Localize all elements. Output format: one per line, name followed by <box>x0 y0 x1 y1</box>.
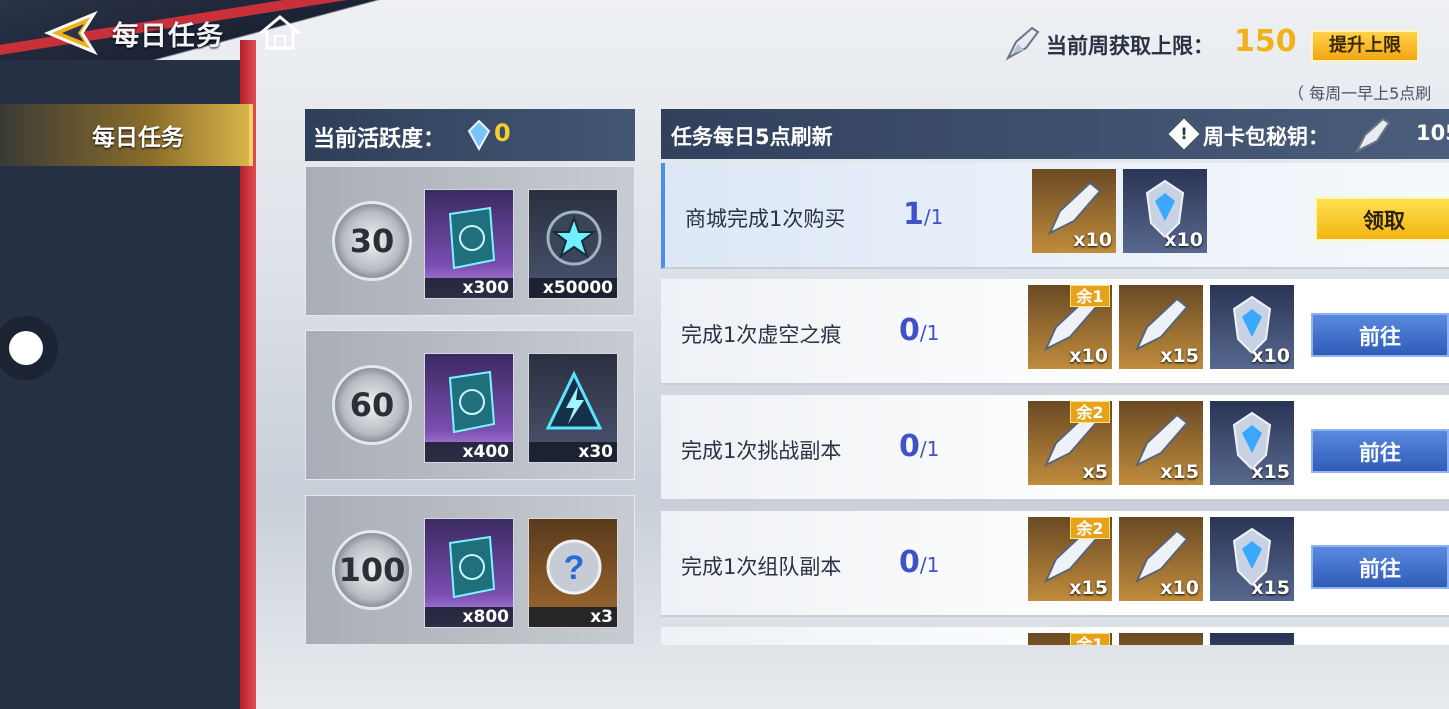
task-reward-item[interactable]: 余2 x15 <box>1028 517 1112 601</box>
task-reward-item[interactable]: 余2 x5 <box>1028 401 1112 485</box>
activity-gem-icon <box>467 119 491 151</box>
go-button[interactable]: 前往 <box>1311 429 1449 473</box>
sidebar-item-label: 每日任务 <box>92 125 184 151</box>
milestone-60: 60 x400 x30 <box>305 330 635 480</box>
item-count: x10 <box>1160 577 1199 599</box>
go-button[interactable]: 前往 <box>1311 313 1449 357</box>
task-reward-item[interactable]: x10 <box>1119 517 1203 601</box>
task-row: 商城完成1次购买 1/1 x10 x10 领取 <box>661 163 1449 269</box>
remaining-tag: 余2 <box>1070 517 1110 539</box>
item-count: x15 <box>1160 461 1199 483</box>
task-reward-item[interactable]: x10 <box>1210 285 1294 369</box>
raise-limit-button[interactable]: 提升上限 <box>1311 30 1419 62</box>
milestone-100: 100 x800 ? x3 <box>305 495 635 645</box>
weekly-refresh-note: （ 每周一早上5点刷 <box>1288 84 1432 103</box>
task-reward-item[interactable]: 余1 x10 <box>1028 285 1112 369</box>
task-row: 完成1次挑战副本 0/1 余2 x5 x15 x15 前往 <box>661 395 1449 501</box>
sidebar-item-daily-tasks[interactable]: 每日任务 <box>0 104 253 166</box>
task-reward-item[interactable] <box>1119 633 1203 645</box>
weekly-limit-value: 150 <box>1234 24 1297 59</box>
tasks-refresh-label: 任务每日5点刷新 <box>671 125 833 149</box>
reward-item[interactable]: x800 <box>424 518 514 628</box>
item-count: x10 <box>1069 345 1108 367</box>
weekly-pack-key-value: 105/1 <box>1416 121 1449 145</box>
task-reward-item[interactable]: x15 <box>1210 401 1294 485</box>
task-reward-item[interactable]: x15 <box>1210 517 1294 601</box>
reward-item[interactable]: x300 <box>424 189 514 299</box>
task-description: 完成1次虚空之痕 <box>681 323 842 347</box>
task-progress: 0/1 <box>899 313 940 348</box>
reward-count: x400 <box>425 442 513 462</box>
task-row: 完成1次虚空之痕 0/1 余1 x10 x15 x10 前往 <box>661 279 1449 385</box>
token-card-icon <box>448 535 496 599</box>
task-description: 完成1次挑战副本 <box>681 439 842 463</box>
activity-value: 0 <box>494 119 511 147</box>
remaining-tag: 余2 <box>1070 401 1110 423</box>
home-icon <box>257 15 303 50</box>
remaining-tag: 余1 <box>1070 285 1110 307</box>
token-card-icon <box>448 370 496 434</box>
task-row: 余1 <box>661 627 1449 645</box>
milestone-medal: 100 <box>332 530 412 610</box>
info-icon[interactable]: ! <box>1165 115 1203 153</box>
reward-count: x50000 <box>529 278 617 298</box>
weekly-limit-label: 当前周获取上限： <box>1046 34 1214 58</box>
svg-text:?: ? <box>564 549 585 587</box>
reward-count: x30 <box>529 442 617 462</box>
milestone-30: 30 x300 x50000 <box>305 166 635 316</box>
page-title: 每日任务 <box>112 21 224 52</box>
milestone-medal: 30 <box>332 201 412 281</box>
reward-item[interactable]: x50000 <box>528 189 618 299</box>
task-reward-item[interactable]: x10 <box>1032 169 1116 253</box>
remaining-tag: 余1 <box>1070 633 1110 645</box>
key-icon <box>1354 117 1391 154</box>
item-count: x5 <box>1082 461 1108 483</box>
weekly-pack-key-label: 周卡包秘钥： <box>1203 125 1329 149</box>
reward-item[interactable]: ? x3 <box>528 518 618 628</box>
task-progress: 0/1 <box>899 545 940 580</box>
item-count: x15 <box>1251 577 1290 599</box>
milestone-medal: 60 <box>332 365 412 445</box>
reward-item[interactable]: x400 <box>424 353 514 463</box>
reward-item[interactable]: x30 <box>528 353 618 463</box>
star-badge-icon <box>546 210 602 266</box>
task-reward-item[interactable]: x15 <box>1119 285 1203 369</box>
task-reward-item[interactable] <box>1210 633 1294 645</box>
task-progress: 1/1 <box>903 197 944 232</box>
activity-label: 当前活跃度： <box>313 127 446 152</box>
activity-header: 当前活跃度： 0 <box>305 109 635 161</box>
item-count: x10 <box>1164 229 1203 251</box>
lightning-triangle-icon <box>545 370 603 430</box>
item-count: x15 <box>1251 461 1290 483</box>
task-progress: 0/1 <box>899 429 940 464</box>
item-count: x15 <box>1069 577 1108 599</box>
mystery-box-icon: ? <box>546 539 602 595</box>
reward-count: x800 <box>425 607 513 627</box>
item-count: x10 <box>1073 229 1112 251</box>
token-card-icon <box>448 206 496 270</box>
claim-button[interactable]: 领取 <box>1315 197 1449 241</box>
tasks-header: 任务每日5点刷新 ! 周卡包秘钥： 105/1 <box>661 109 1449 159</box>
item-count: x10 <box>1251 345 1290 367</box>
task-list[interactable]: 商城完成1次购买 1/1 x10 x10 领取 完成1次虚空之痕 0/1 余1 … <box>661 159 1449 645</box>
go-button[interactable]: 前往 <box>1311 545 1449 589</box>
task-reward-item[interactable]: x15 <box>1119 401 1203 485</box>
back-button[interactable] <box>44 10 102 56</box>
home-button[interactable] <box>257 14 303 52</box>
reward-count: x300 <box>425 278 513 298</box>
reward-count: x3 <box>529 607 617 627</box>
item-count: x15 <box>1160 345 1199 367</box>
weekly-key-icon <box>1002 24 1042 62</box>
task-reward-item[interactable]: x10 <box>1123 169 1207 253</box>
task-description: 商城完成1次购买 <box>685 207 846 231</box>
task-reward-item[interactable]: 余1 <box>1028 633 1112 645</box>
back-arrow-icon <box>44 10 98 56</box>
task-description: 完成1次组队副本 <box>681 555 842 579</box>
task-row: 完成1次组队副本 0/1 余2 x15 x10 x15 前往 <box>661 511 1449 617</box>
